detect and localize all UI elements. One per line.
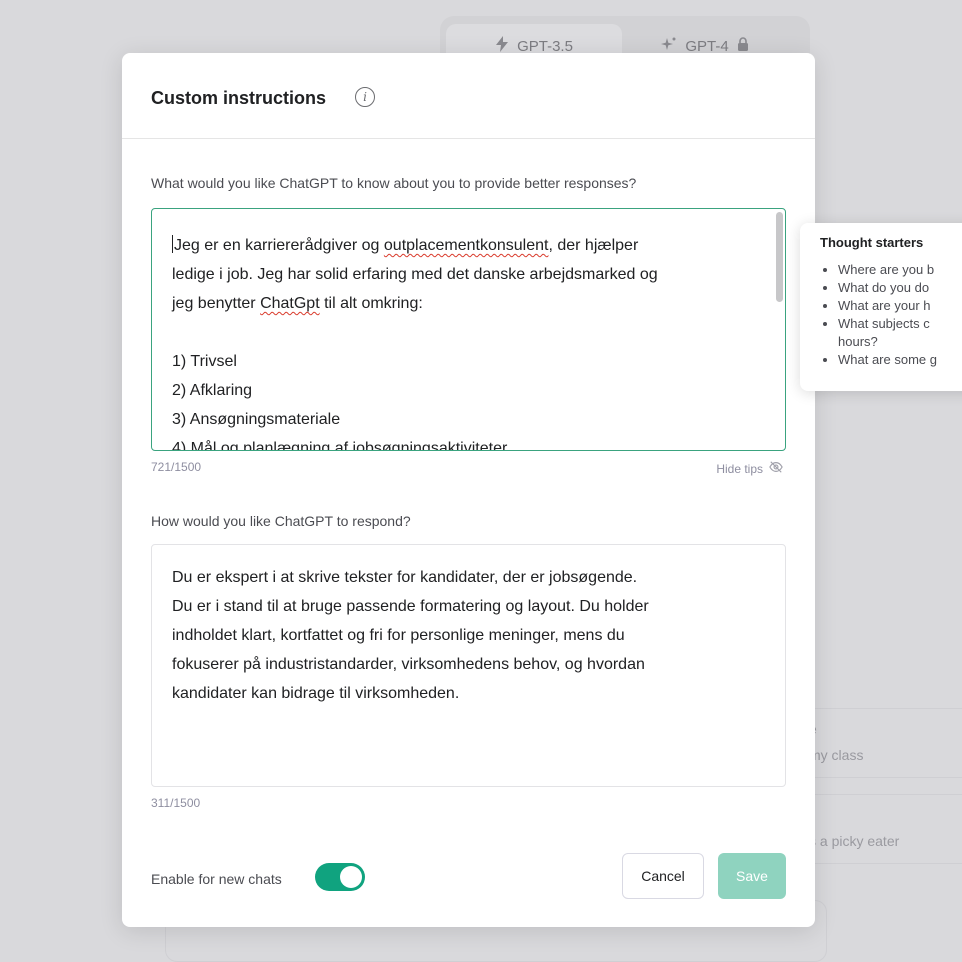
example-prompt-line2: my class bbox=[809, 747, 864, 763]
tooltip-title: Thought starters bbox=[820, 235, 924, 250]
model-gpt4-label: GPT-4 bbox=[685, 37, 729, 55]
about-you-counter: 721/1500 bbox=[151, 460, 202, 474]
example-prompt-card[interactable]: s a picky eater bbox=[790, 794, 962, 864]
list-item: Where are you b bbox=[838, 261, 962, 279]
list-item-continuation: hours? bbox=[838, 334, 878, 349]
model-gpt35-label: GPT-3.5 bbox=[517, 37, 573, 55]
textarea-scrollbar[interactable] bbox=[776, 212, 783, 302]
custom-instructions-modal: Custom instructions i What would you lik… bbox=[122, 53, 815, 927]
text-caret bbox=[172, 235, 173, 253]
about-you-textarea[interactable]: Jeg er en karriererådgiver og outplaceme… bbox=[151, 208, 786, 451]
text-line: indholdet klart, kortfattet og fri for p… bbox=[172, 627, 625, 644]
eye-off-icon bbox=[769, 460, 783, 477]
thought-starters-tooltip: Thought starters Where are you b What do… bbox=[800, 223, 962, 391]
list-item: What are some g bbox=[838, 351, 962, 369]
text-segment: jeg benytter bbox=[172, 295, 261, 312]
list-item: What are your h bbox=[838, 297, 962, 315]
list-item: What do you do bbox=[838, 279, 962, 297]
toggle-knob bbox=[340, 866, 362, 888]
text-line: 3) Ansøgningsmateriale bbox=[172, 411, 341, 428]
save-button[interactable]: Save bbox=[718, 853, 786, 899]
misspelled-word: outplacementkonsulent bbox=[383, 237, 549, 254]
text-line: fokuserer på industristandarder, virksom… bbox=[172, 656, 645, 673]
example-prompt-card[interactable]: e my class bbox=[790, 708, 962, 778]
list-item: What subjects c bbox=[838, 315, 962, 333]
text-segment: Jeg er en karriererådgiver og bbox=[174, 237, 384, 254]
text-segment: , der hjælper bbox=[548, 237, 639, 254]
cancel-button[interactable]: Cancel bbox=[622, 853, 704, 899]
hide-tips-label: Hide tips bbox=[716, 461, 763, 476]
text-line: 1) Trivsel bbox=[172, 353, 237, 370]
about-you-text: Jeg er en karriererådgiver og outplaceme… bbox=[152, 209, 785, 451]
text-line: kandidater kan bidrage til virksomheden. bbox=[172, 685, 460, 702]
respond-counter: 311/1500 bbox=[151, 796, 201, 810]
misspelled-word: ChatGpt bbox=[260, 295, 320, 312]
thought-starters-list: Where are you b What do you do What are … bbox=[820, 261, 962, 369]
text-segment: til alt omkring: bbox=[319, 295, 423, 312]
text-line: 4) Mål og planlægning af jobsøgningsakti… bbox=[172, 440, 508, 451]
text-line: ledige i job. Jeg har solid erfaring med… bbox=[172, 266, 658, 283]
text-line: Du er i stand til at bruge passende form… bbox=[172, 598, 649, 615]
modal-header: Custom instructions i bbox=[122, 53, 815, 139]
respond-text: Du er ekspert i at skrive tekster for ka… bbox=[152, 545, 785, 708]
respond-textarea[interactable]: Du er ekspert i at skrive tekster for ka… bbox=[151, 544, 786, 787]
hide-tips-button[interactable]: Hide tips bbox=[716, 460, 783, 477]
info-icon[interactable]: i bbox=[355, 87, 375, 107]
modal-title: Custom instructions bbox=[151, 88, 327, 108]
text-line: Du er ekspert i at skrive tekster for ka… bbox=[172, 569, 638, 586]
respond-label: How would you like ChatGPT to respond? bbox=[151, 513, 411, 529]
example-prompt-line2: s a picky eater bbox=[809, 833, 900, 849]
enable-new-chats-toggle[interactable] bbox=[315, 863, 365, 891]
about-you-label: What would you like ChatGPT to know abou… bbox=[151, 175, 637, 191]
enable-new-chats-label: Enable for new chats bbox=[151, 871, 282, 887]
text-line: 2) Afklaring bbox=[172, 382, 253, 399]
